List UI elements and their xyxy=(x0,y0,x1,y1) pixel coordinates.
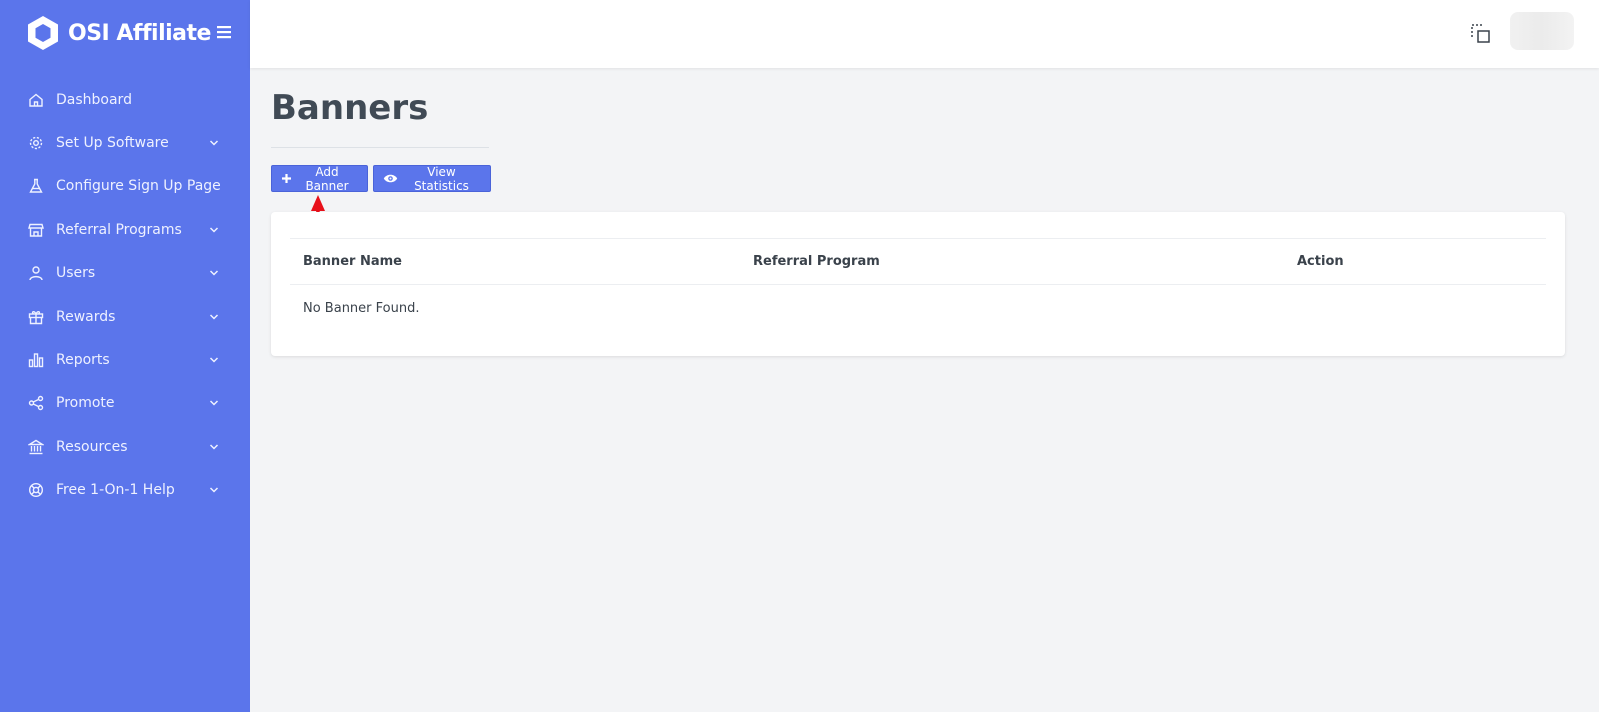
empty-table-message: No Banner Found. xyxy=(303,301,420,316)
chevron-down-icon xyxy=(209,140,219,146)
logo-hexagon-icon xyxy=(28,16,58,50)
chevron-down-icon xyxy=(209,487,219,493)
sidebar-item-users[interactable]: Users xyxy=(0,252,250,295)
sidebar-item-label: Referral Programs xyxy=(56,221,182,238)
sidebar-item-label: Reports xyxy=(56,352,110,369)
sidebar-item-label: Free 1-On-1 Help xyxy=(56,482,175,499)
sidebar-item-label: Dashboard xyxy=(56,91,132,108)
user-icon xyxy=(29,266,43,281)
banners-table-card: Banner Name Referral Program Action No B… xyxy=(271,212,1565,356)
table-header-row: Banner Name Referral Program Action xyxy=(290,238,1546,285)
sidebar-item-resources[interactable]: Resources xyxy=(0,425,250,468)
eye-icon xyxy=(383,174,398,183)
chevron-down-icon xyxy=(209,270,219,276)
sidebar-item-dashboard[interactable]: Dashboard xyxy=(0,78,250,121)
gear-icon xyxy=(29,136,43,150)
sidebar-item-set-up-software[interactable]: Set Up Software xyxy=(0,121,250,164)
sidebar-item-promote[interactable]: Promote xyxy=(0,382,250,425)
chevron-down-icon xyxy=(209,227,219,233)
share-icon xyxy=(28,396,44,411)
sidebar-item-label: Resources xyxy=(56,438,128,455)
sidebar-item-referral-programs[interactable]: Referral Programs xyxy=(0,208,250,251)
sidebar: OSI Affiliate Dashboard Set Up Software … xyxy=(0,0,250,712)
view-statistics-label: View Statistics xyxy=(414,164,469,193)
sidebar-item-reports[interactable]: Reports xyxy=(0,338,250,381)
column-header-action: Action xyxy=(1297,254,1344,269)
sidebar-item-label: Rewards xyxy=(56,308,116,325)
sidebar-item-label: Promote xyxy=(56,395,115,412)
flask-icon xyxy=(29,179,43,194)
fullscreen-icon[interactable] xyxy=(1470,23,1492,45)
column-header-referral-program[interactable]: Referral Program xyxy=(753,254,880,269)
sidebar-item-rewards[interactable]: Rewards xyxy=(0,295,250,338)
column-header-banner-name[interactable]: Banner Name xyxy=(303,254,402,269)
add-banner-button[interactable]: Add Banner xyxy=(271,164,368,193)
gift-icon xyxy=(28,310,44,324)
chevron-down-icon xyxy=(209,400,219,406)
bank-icon xyxy=(28,439,44,455)
sidebar-item-free-help[interactable]: Free 1-On-1 Help xyxy=(0,469,250,512)
chevron-down-icon xyxy=(209,444,219,450)
bar-chart-icon xyxy=(28,353,44,368)
plus-icon xyxy=(282,174,291,183)
lifebuoy-icon xyxy=(28,483,44,498)
brand-name: OSI Affiliate xyxy=(68,20,211,46)
add-banner-label: Add Banner xyxy=(305,164,349,193)
sidebar-item-label: Set Up Software xyxy=(56,135,169,152)
title-divider xyxy=(271,147,489,148)
user-avatar[interactable] xyxy=(1510,12,1574,50)
page-title: Banners xyxy=(271,88,429,128)
view-statistics-button[interactable]: View Statistics xyxy=(373,164,491,193)
sidebar-item-label: Configure Sign Up Page xyxy=(56,178,221,195)
sidebar-item-label: Users xyxy=(56,265,96,282)
top-bar xyxy=(250,0,1599,68)
sidebar-nav: Dashboard Set Up Software Configure Sign… xyxy=(0,78,250,512)
menu-toggle-icon[interactable] xyxy=(216,24,232,40)
sidebar-item-configure-sign-up-page[interactable]: Configure Sign Up Page xyxy=(0,165,250,208)
chevron-down-icon xyxy=(209,314,219,320)
brand-logo[interactable]: OSI Affiliate xyxy=(24,14,211,52)
store-icon xyxy=(28,223,44,237)
home-icon xyxy=(29,93,43,107)
chevron-down-icon xyxy=(209,357,219,363)
